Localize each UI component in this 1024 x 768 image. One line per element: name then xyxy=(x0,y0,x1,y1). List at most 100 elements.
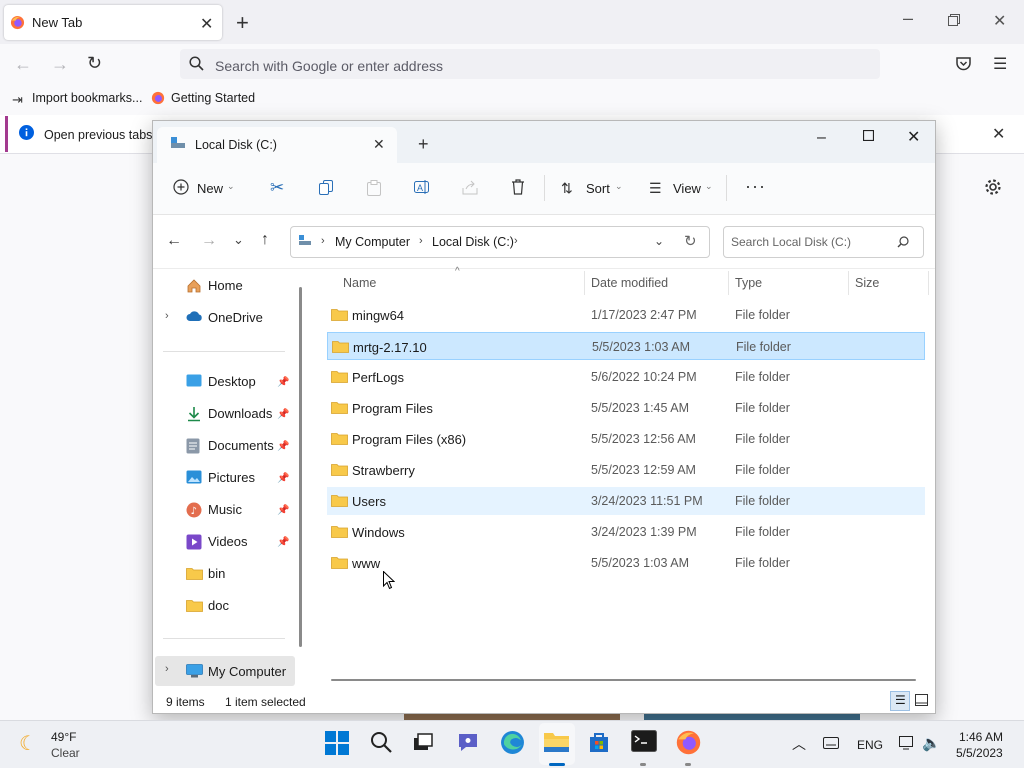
recent-locations-icon[interactable]: ⌄ xyxy=(233,232,244,248)
nav-item-my-computer[interactable]: › My Computer xyxy=(155,656,295,686)
tray-chevron-up-icon[interactable]: ︿ xyxy=(792,734,806,754)
new-button[interactable]: New xyxy=(197,181,223,196)
restore-browser-icon[interactable] xyxy=(948,14,960,26)
more-options-icon[interactable]: ··· xyxy=(745,176,766,197)
nav-scrollbar[interactable] xyxy=(299,287,302,647)
tiles-view-icon[interactable] xyxy=(915,694,928,706)
table-row[interactable]: mrtg-2.17.10 5/5/2023 1:03 AM File folder xyxy=(327,332,925,360)
bookmark-import[interactable]: Import bookmarks... xyxy=(32,91,142,105)
column-header-date[interactable]: Date modified xyxy=(591,276,668,290)
language-indicator[interactable]: ENG xyxy=(857,738,883,752)
windows-start-icon[interactable] xyxy=(324,730,352,758)
view-button[interactable]: View xyxy=(673,181,701,196)
search-magnifier-icon[interactable] xyxy=(897,236,909,248)
horizontal-scrollbar[interactable] xyxy=(331,679,916,681)
nav-item-onedrive[interactable]: › OneDrive xyxy=(153,304,303,332)
details-view-button[interactable]: ☰ xyxy=(890,691,910,711)
nav-item-bin[interactable]: bin xyxy=(153,560,303,588)
file-type: File folder xyxy=(735,525,790,539)
back-arrow-icon[interactable]: ← xyxy=(166,232,182,250)
clock-time[interactable]: 1:46 AM xyxy=(959,730,1003,744)
table-row[interactable]: Users 3/24/2023 11:51 PM File folder xyxy=(327,487,925,515)
sort-button[interactable]: Sort xyxy=(586,181,610,196)
table-row[interactable]: Windows 3/24/2023 1:39 PM File folder xyxy=(327,518,925,546)
pin-icon[interactable]: 📌 xyxy=(277,441,289,452)
breadcrumb-my-computer[interactable]: My Computer xyxy=(335,235,410,249)
close-explorer-icon[interactable]: ✕ xyxy=(907,127,920,147)
nav-item-pictures[interactable]: Pictures 📌 xyxy=(153,464,303,492)
paste-icon[interactable] xyxy=(367,180,381,196)
back-icon[interactable]: ← xyxy=(14,54,32,75)
folder-icon xyxy=(331,431,348,445)
edge-browser-icon[interactable] xyxy=(500,730,528,758)
table-row[interactable]: www 5/5/2023 1:03 AM File folder xyxy=(327,549,925,577)
refresh-icon[interactable]: ↻ xyxy=(684,232,697,250)
pin-icon[interactable]: 📌 xyxy=(277,473,289,484)
close-notification-icon[interactable]: ✕ xyxy=(992,124,1005,144)
weather-moon-icon[interactable]: ☾ xyxy=(19,731,37,756)
minimize-explorer-icon[interactable]: – xyxy=(817,129,826,147)
nav-item-videos[interactable]: Videos 📌 xyxy=(153,528,303,556)
cut-icon[interactable]: ✂ xyxy=(270,178,284,198)
table-row[interactable]: mingw64 1/17/2023 2:47 PM File folder xyxy=(327,301,925,329)
table-row[interactable]: PerfLogs 5/6/2022 10:24 PM File folder xyxy=(327,363,925,391)
new-tab-button[interactable]: + xyxy=(236,10,249,36)
clock-date[interactable]: 5/5/2023 xyxy=(956,746,1003,760)
column-header-name[interactable]: Name xyxy=(343,276,376,290)
close-browser-icon[interactable]: ✕ xyxy=(993,11,1006,31)
breadcrumb-local-disk[interactable]: Local Disk (C:) xyxy=(432,235,514,249)
nav-item-documents[interactable]: Documents 📌 xyxy=(153,432,303,460)
hamburger-menu-icon[interactable]: ☰ xyxy=(993,54,1007,74)
table-row[interactable]: Strawberry 5/5/2023 12:59 AM File folder xyxy=(327,456,925,484)
column-header-size[interactable]: Size xyxy=(855,276,879,290)
forward-icon[interactable]: → xyxy=(51,54,69,75)
copy-icon[interactable] xyxy=(319,180,334,195)
settings-gear-icon[interactable] xyxy=(984,178,1002,196)
pin-icon[interactable]: 📌 xyxy=(277,377,289,388)
expand-chevron-icon[interactable]: › xyxy=(165,663,169,675)
new-explorer-tab-button[interactable]: + xyxy=(418,134,429,155)
firefox-taskbar-icon[interactable] xyxy=(676,730,704,758)
delete-icon[interactable] xyxy=(511,179,525,195)
minimize-browser-icon[interactable]: – xyxy=(903,8,913,29)
close-explorer-tab-icon[interactable]: ✕ xyxy=(373,136,385,153)
close-tab-icon[interactable]: ✕ xyxy=(200,14,213,34)
documents-icon xyxy=(186,438,202,454)
terminal-icon[interactable] xyxy=(631,730,659,758)
volume-icon[interactable]: 🔈 xyxy=(922,734,941,752)
pin-icon[interactable]: 📌 xyxy=(277,409,289,420)
column-header-type[interactable]: Type xyxy=(735,276,762,290)
file-explorer-taskbar-icon[interactable] xyxy=(543,730,571,758)
pin-icon[interactable]: 📌 xyxy=(277,537,289,548)
pin-icon[interactable]: 📌 xyxy=(277,505,289,516)
microsoft-store-icon[interactable] xyxy=(587,730,615,758)
task-view-icon[interactable] xyxy=(412,730,440,758)
keyboard-tray-icon[interactable] xyxy=(823,737,839,749)
nav-item-home[interactable]: Home xyxy=(153,272,303,300)
up-arrow-icon[interactable]: ↑ xyxy=(261,231,269,249)
explorer-tab[interactable] xyxy=(157,127,397,163)
forward-arrow-icon[interactable]: → xyxy=(201,232,217,250)
maximize-explorer-icon[interactable] xyxy=(863,130,874,141)
address-dropdown-icon[interactable]: ⌄ xyxy=(654,234,664,248)
pocket-icon[interactable] xyxy=(956,57,971,71)
table-row[interactable]: Program Files (x86) 5/5/2023 12:56 AM File… xyxy=(327,425,925,453)
file-date-modified: 3/24/2023 1:39 PM xyxy=(591,525,697,539)
expand-chevron-icon[interactable]: › xyxy=(165,310,169,322)
nav-item-doc[interactable]: doc xyxy=(153,592,303,620)
nav-item-downloads[interactable]: Downloads 📌 xyxy=(153,400,303,428)
chat-icon[interactable] xyxy=(456,730,484,758)
weather-temperature[interactable]: 49°F xyxy=(51,730,76,744)
nav-item-music[interactable]: ♪ Music 📌 xyxy=(153,496,303,524)
reload-icon[interactable]: ↻ xyxy=(87,53,102,74)
file-name: Program Files (x86) xyxy=(352,432,467,447)
taskbar-search-icon[interactable] xyxy=(369,730,397,758)
nav-item-desktop[interactable]: Desktop 📌 xyxy=(153,368,303,396)
table-row[interactable]: Program Files 5/5/2023 1:45 AM File folder xyxy=(327,394,925,422)
explorer-tab-title: Local Disk (C:) xyxy=(195,138,277,152)
rename-icon[interactable]: A xyxy=(414,179,430,195)
share-icon[interactable] xyxy=(462,180,478,195)
bookmark-getting-started[interactable]: Getting Started xyxy=(171,91,255,105)
network-icon[interactable] xyxy=(899,735,916,751)
file-date-modified: 5/5/2023 1:03 AM xyxy=(592,340,690,354)
